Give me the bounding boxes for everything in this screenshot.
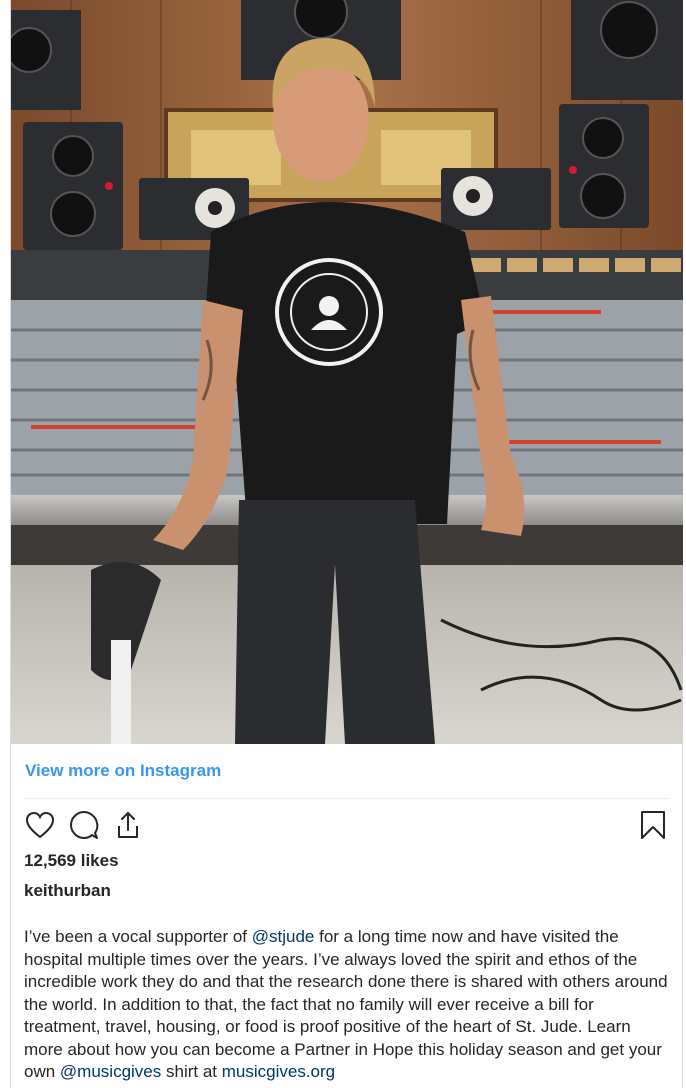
studio-photo-illustration xyxy=(11,0,683,744)
comment-button[interactable] xyxy=(67,808,101,842)
view-more-on-instagram-link[interactable]: View more on Instagram xyxy=(25,761,221,781)
caption-text: for a long time now and have visited the… xyxy=(24,927,668,1081)
divider xyxy=(25,798,670,799)
like-button[interactable] xyxy=(23,808,57,842)
heart-icon xyxy=(25,811,55,839)
bookmark-icon xyxy=(641,811,665,839)
musicgives-website-link[interactable]: musicgives.org xyxy=(222,1062,335,1081)
post-username[interactable]: keithurban xyxy=(24,881,111,901)
mention-stjude-link[interactable]: @stjude xyxy=(252,927,315,946)
mention-musicgives-link[interactable]: @musicgives xyxy=(60,1062,161,1081)
share-icon xyxy=(118,812,138,838)
post-photo[interactable] xyxy=(11,0,683,744)
caption-text: shirt at xyxy=(161,1062,222,1081)
likes-count[interactable]: 12,569 likes xyxy=(24,851,119,871)
caption-text: I’ve been a vocal supporter of xyxy=(24,927,252,946)
post-caption: I’ve been a vocal supporter of @stjude f… xyxy=(24,926,672,1084)
post-actions-bar xyxy=(23,808,670,842)
save-button[interactable] xyxy=(636,808,670,842)
comment-icon xyxy=(70,811,99,839)
instagram-embed-card: View more on Instagram 12,569 likes keit… xyxy=(10,0,683,1088)
share-button[interactable] xyxy=(111,808,145,842)
